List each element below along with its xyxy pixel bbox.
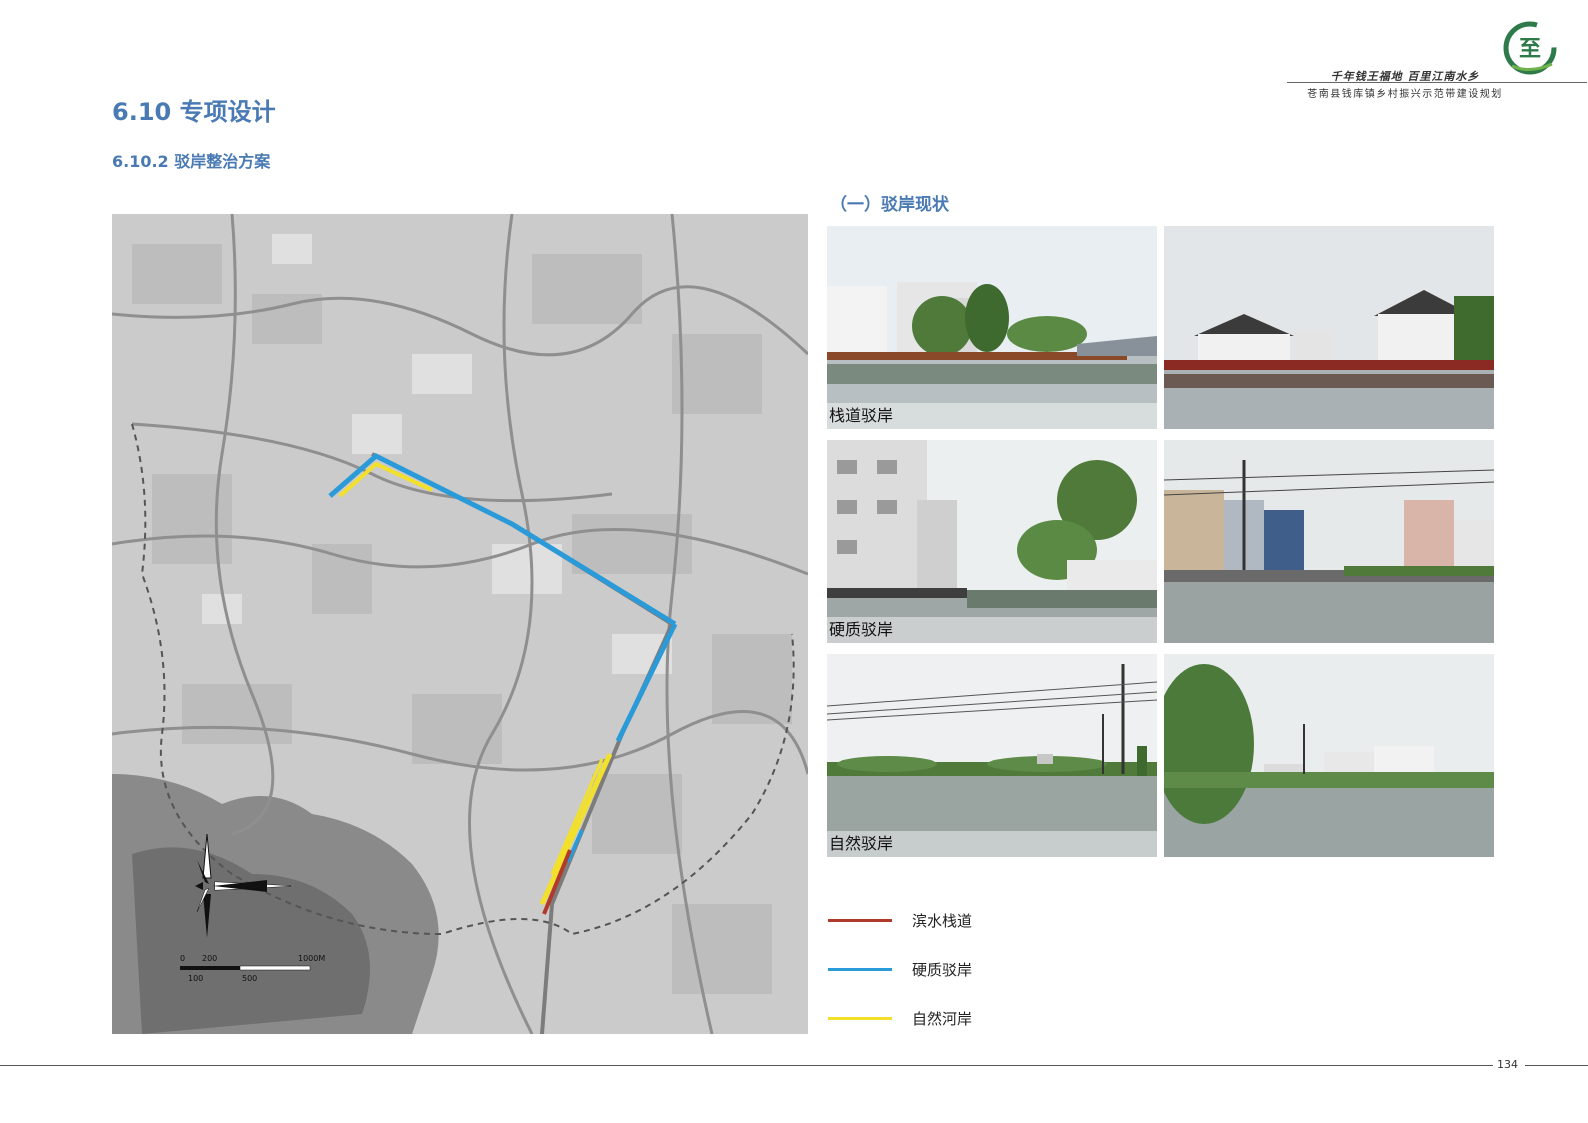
page-number: 134 xyxy=(1497,1058,1518,1071)
legend-swatch xyxy=(828,919,892,922)
section-subtitle: 6.10.2 驳岸整治方案 xyxy=(112,152,271,171)
svg-text:1000M: 1000M xyxy=(298,954,325,963)
legend-label: 滨水栈道 xyxy=(912,912,973,930)
photo-hard-bank-1: 硬质驳岸 xyxy=(827,440,1157,643)
footer-divider xyxy=(0,1065,1493,1066)
footer-divider xyxy=(1525,1065,1588,1066)
photo-natural-bank-2 xyxy=(1164,654,1494,857)
legend-swatch xyxy=(828,968,892,971)
legend-label: 硬质驳岸 xyxy=(912,961,973,979)
legend-swatch xyxy=(828,1017,892,1020)
legend-item-boardwalk: 滨水栈道 xyxy=(828,906,1028,936)
photos-heading: （一）驳岸现状 xyxy=(830,195,949,215)
photo-caption: 自然驳岸 xyxy=(827,831,1157,857)
aerial-map: 0 200 1000M 100 500 xyxy=(112,214,808,1034)
svg-text:200: 200 xyxy=(202,954,217,963)
svg-text:至: 至 xyxy=(1519,36,1541,62)
photo-boardwalk-bank-2 xyxy=(1164,226,1494,429)
section-title: 6.10 专项设计 xyxy=(112,98,276,126)
header-subtitle: 苍南县钱库镇乡村振兴示范带建设规划 xyxy=(1307,89,1503,100)
header-divider xyxy=(1287,82,1587,83)
photo-boardwalk-bank-1: 栈道驳岸 xyxy=(827,226,1157,429)
svg-text:500: 500 xyxy=(242,974,257,983)
photo-hard-bank-2 xyxy=(1164,440,1494,643)
map-base: 0 200 1000M 100 500 xyxy=(112,214,808,1034)
photo-caption: 栈道驳岸 xyxy=(827,403,1157,429)
legend-item-natural-bank: 自然河岸 xyxy=(828,1004,1028,1034)
svg-text:100: 100 xyxy=(188,974,203,983)
legend-item-hard-bank: 硬质驳岸 xyxy=(828,955,1028,985)
photo-caption: 硬质驳岸 xyxy=(827,617,1157,643)
photo-natural-bank-1: 自然驳岸 xyxy=(827,654,1157,857)
legend-label: 自然河岸 xyxy=(912,1010,973,1028)
svg-text:0: 0 xyxy=(180,954,185,963)
